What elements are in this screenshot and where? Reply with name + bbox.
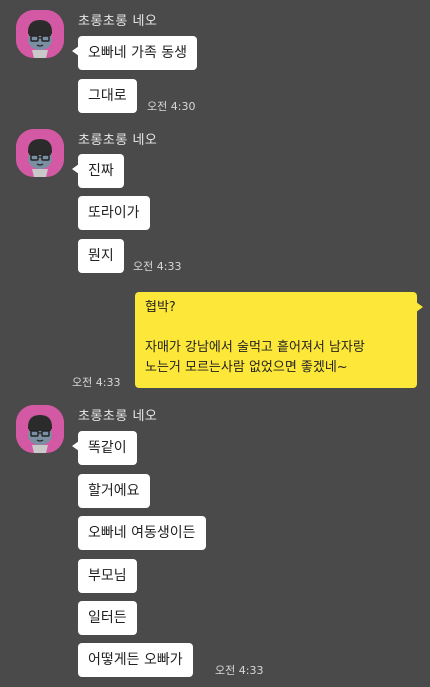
message-bubble[interactable]: 뭔지 [78, 239, 124, 273]
message-timestamp: 오전 4:33 [215, 664, 264, 677]
message-bubble[interactable]: 어떻게든 오빠가 [78, 643, 193, 677]
neo-character-avatar-icon [16, 10, 64, 58]
my-message-blank-line [145, 318, 407, 338]
message-bubble[interactable]: 진짜 [72, 154, 124, 188]
neo-character-avatar-icon [16, 405, 64, 453]
message-bubble[interactable]: 부모님 [78, 559, 137, 593]
message-bubble[interactable]: 또라이가 [78, 196, 150, 230]
my-message-line: 노는거 모르는사람 없었으면 좋겠네~ [145, 360, 348, 375]
message-bubble[interactable]: 오빠네 가족 동생 [71, 36, 198, 70]
message-bubble[interactable]: 할거에요 [78, 474, 150, 508]
my-message-line: 협박? [145, 300, 176, 315]
sender-name: 초롱초롱 네오 [78, 14, 158, 29]
sender-avatar[interactable] [16, 405, 64, 453]
message-bubble[interactable]: 그대로 [78, 79, 137, 113]
chat-transcript: 초롱초롱 네오 오빠네 가족 동생 그대로 오전 4:30 초롱초롱 네오 진짜… [0, 0, 430, 687]
message-bubble[interactable]: 오빠네 여동생이든 [78, 516, 206, 550]
sender-avatar[interactable] [16, 129, 64, 177]
message-bubble[interactable]: 똑같이 [72, 431, 137, 465]
message-timestamp: 오전 4:30 [147, 100, 196, 113]
sender-name: 초롱초롱 네오 [78, 133, 158, 148]
message-bubble[interactable]: 일터든 [78, 601, 137, 635]
neo-character-avatar-icon [16, 129, 64, 177]
sender-avatar[interactable] [16, 10, 64, 58]
my-message-bubble[interactable]: 협박? 자매가 강남에서 술먹고 흩어져서 남자랑 노는거 모르는사람 없었으면… [135, 292, 423, 388]
message-timestamp: 오전 4:33 [133, 260, 182, 273]
my-message-line: 자매가 강남에서 술먹고 흩어져서 남자랑 [145, 340, 365, 355]
sender-name: 초롱초롱 네오 [78, 409, 158, 424]
my-message-timestamp: 오전 4:33 [72, 376, 121, 389]
